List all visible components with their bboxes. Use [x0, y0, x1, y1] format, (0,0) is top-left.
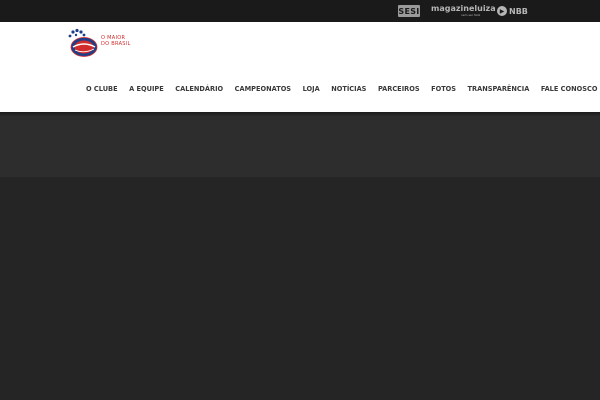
page-title-band — [0, 116, 600, 177]
nav-item-o-clube[interactable]: O CLUBE — [86, 85, 118, 93]
site-header: O MAIOR DO BRASIL O CLUBE A EQUIPE CALEN… — [0, 22, 600, 112]
nav-item-calendario[interactable]: CALENDÁRIO — [175, 85, 223, 93]
club-slogan: O MAIOR DO BRASIL — [101, 35, 131, 47]
sponsor-magazine-luiza-text: magazineluiza — [431, 4, 496, 13]
nav-item-fale-conosco[interactable]: FALE CONOSCO — [541, 85, 598, 93]
nbb-ball-icon: ▶ — [497, 6, 507, 16]
sponsor-nbb-text: NBB — [509, 6, 528, 16]
sponsor-magazine-luiza-logo[interactable]: magazineluiza vem ser feliz — [431, 4, 496, 18]
sponsor-sesi-text: SESI — [398, 6, 420, 16]
sponsor-sesi-logo[interactable]: SESI — [398, 5, 420, 17]
main-content — [0, 177, 600, 400]
nav-item-transparencia[interactable]: TRANSPARÊNCIA — [468, 85, 530, 93]
nav-item-fotos[interactable]: FOTOS — [431, 85, 456, 93]
nav-item-parceiros[interactable]: PARCEIROS — [378, 85, 420, 93]
main-nav: O CLUBE A EQUIPE CALENDÁRIO CAMPEONATOS … — [86, 85, 600, 93]
nav-item-loja[interactable]: LOJA — [303, 85, 320, 93]
club-slogan-line2: DO BRASIL — [101, 41, 131, 47]
sponsor-bar: SESI magazineluiza vem ser feliz ▶ NBB — [0, 0, 600, 22]
sponsor-magazine-luiza-tagline: vem ser feliz — [461, 13, 481, 17]
sponsor-nbb-logo[interactable]: ▶ NBB — [497, 5, 528, 17]
nav-item-a-equipe[interactable]: A EQUIPE — [129, 85, 164, 93]
nav-item-noticias[interactable]: NOTÍCIAS — [331, 85, 366, 93]
nav-item-campeonatos[interactable]: CAMPEONATOS — [235, 85, 291, 93]
